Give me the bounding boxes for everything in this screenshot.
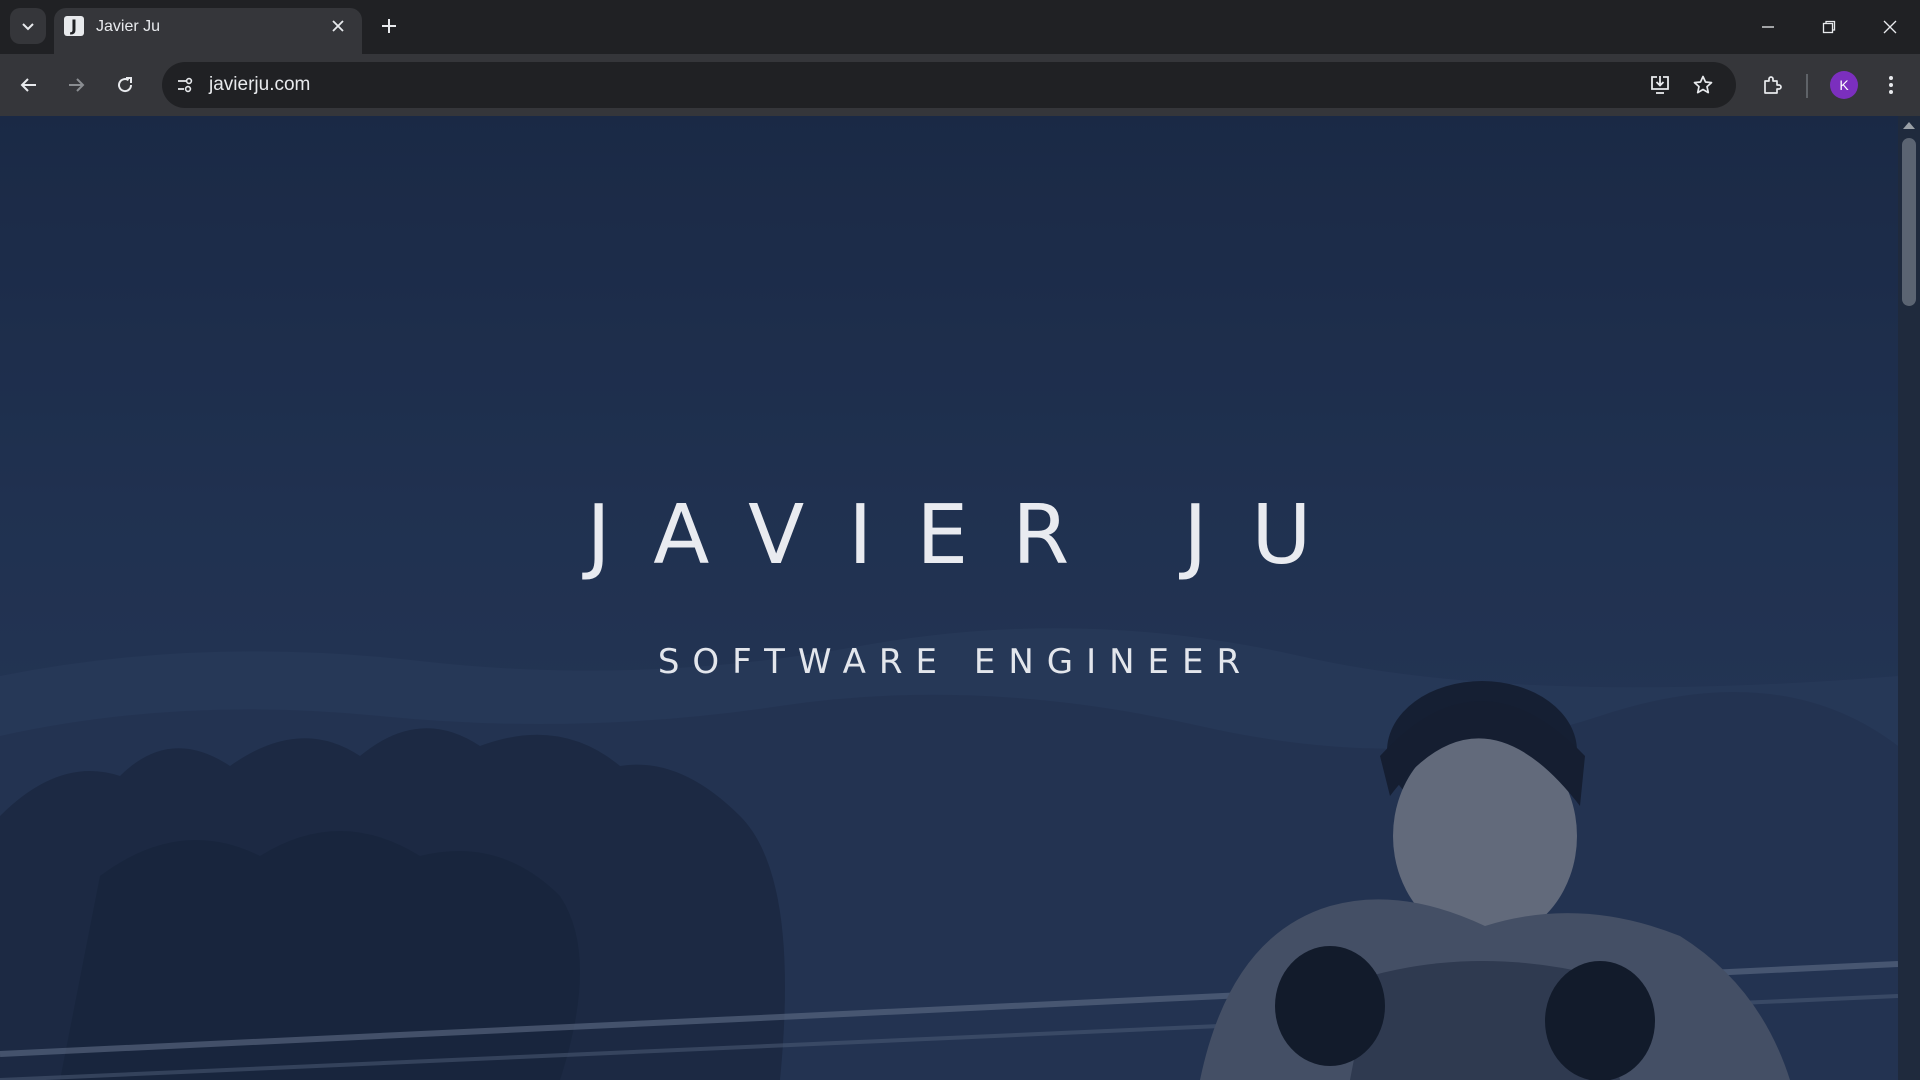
- forward-arrow-icon: [69, 78, 85, 92]
- extensions-icon: [1764, 76, 1782, 94]
- scroll-thumb[interactable]: [1902, 138, 1916, 306]
- reload-icon: [118, 77, 133, 93]
- site-info-icon: [178, 77, 193, 93]
- scroll-up-arrow-icon[interactable]: [1903, 122, 1915, 129]
- reload-button[interactable]: [108, 68, 142, 102]
- window-close-icon: [1883, 20, 1896, 34]
- minimize-icon: [1761, 26, 1774, 28]
- back-arrow-icon: [20, 78, 36, 92]
- install-app-icon: [1651, 76, 1669, 94]
- browser-toolbar: javierju.com K: [0, 54, 1920, 116]
- install-app-button[interactable]: [1643, 68, 1677, 102]
- hero-name: JAVIER JU: [586, 488, 1356, 583]
- tab-javier-ju[interactable]: J Javier Ju: [54, 8, 362, 54]
- bookmark-star-icon: [1693, 75, 1713, 94]
- new-tab-button[interactable]: [373, 10, 405, 42]
- hero-subtitle: SOFTWARE ENGINEER: [657, 642, 1254, 682]
- chevron-down-icon: [22, 23, 34, 31]
- toolbar-divider: [1806, 74, 1808, 98]
- minimize-button[interactable]: [1737, 0, 1798, 54]
- page-scrollbar[interactable]: [1898, 116, 1920, 1080]
- tab-strip: J Javier Ju: [0, 0, 1920, 54]
- hero-overlay: [0, 116, 1898, 1080]
- forward-button[interactable]: [59, 68, 93, 102]
- profile-avatar[interactable]: K: [1830, 71, 1858, 99]
- close-window-button[interactable]: [1859, 0, 1920, 54]
- restore-button[interactable]: [1798, 0, 1859, 54]
- favicon-letter: J: [71, 16, 77, 35]
- address-bar[interactable]: javierju.com: [162, 62, 1736, 108]
- extensions-button[interactable]: [1755, 68, 1789, 102]
- back-button[interactable]: [12, 68, 46, 102]
- bookmark-button[interactable]: [1686, 68, 1720, 102]
- window-controls: [1737, 0, 1920, 54]
- site-info-button[interactable]: [168, 68, 202, 102]
- url-text[interactable]: javierju.com: [209, 74, 310, 96]
- favicon-icon: J: [64, 16, 84, 36]
- restore-icon: [1822, 20, 1835, 34]
- tab-close-button[interactable]: [326, 14, 350, 38]
- page-viewport: JAVIER JU SOFTWARE ENGINEER: [0, 116, 1898, 1080]
- plus-icon: [382, 19, 396, 33]
- tab-title: Javier Ju: [96, 18, 161, 35]
- tab-search-button[interactable]: [10, 8, 46, 44]
- close-icon: [332, 20, 344, 32]
- menu-dots-icon: [1889, 76, 1893, 94]
- browser-menu-button[interactable]: [1874, 68, 1908, 102]
